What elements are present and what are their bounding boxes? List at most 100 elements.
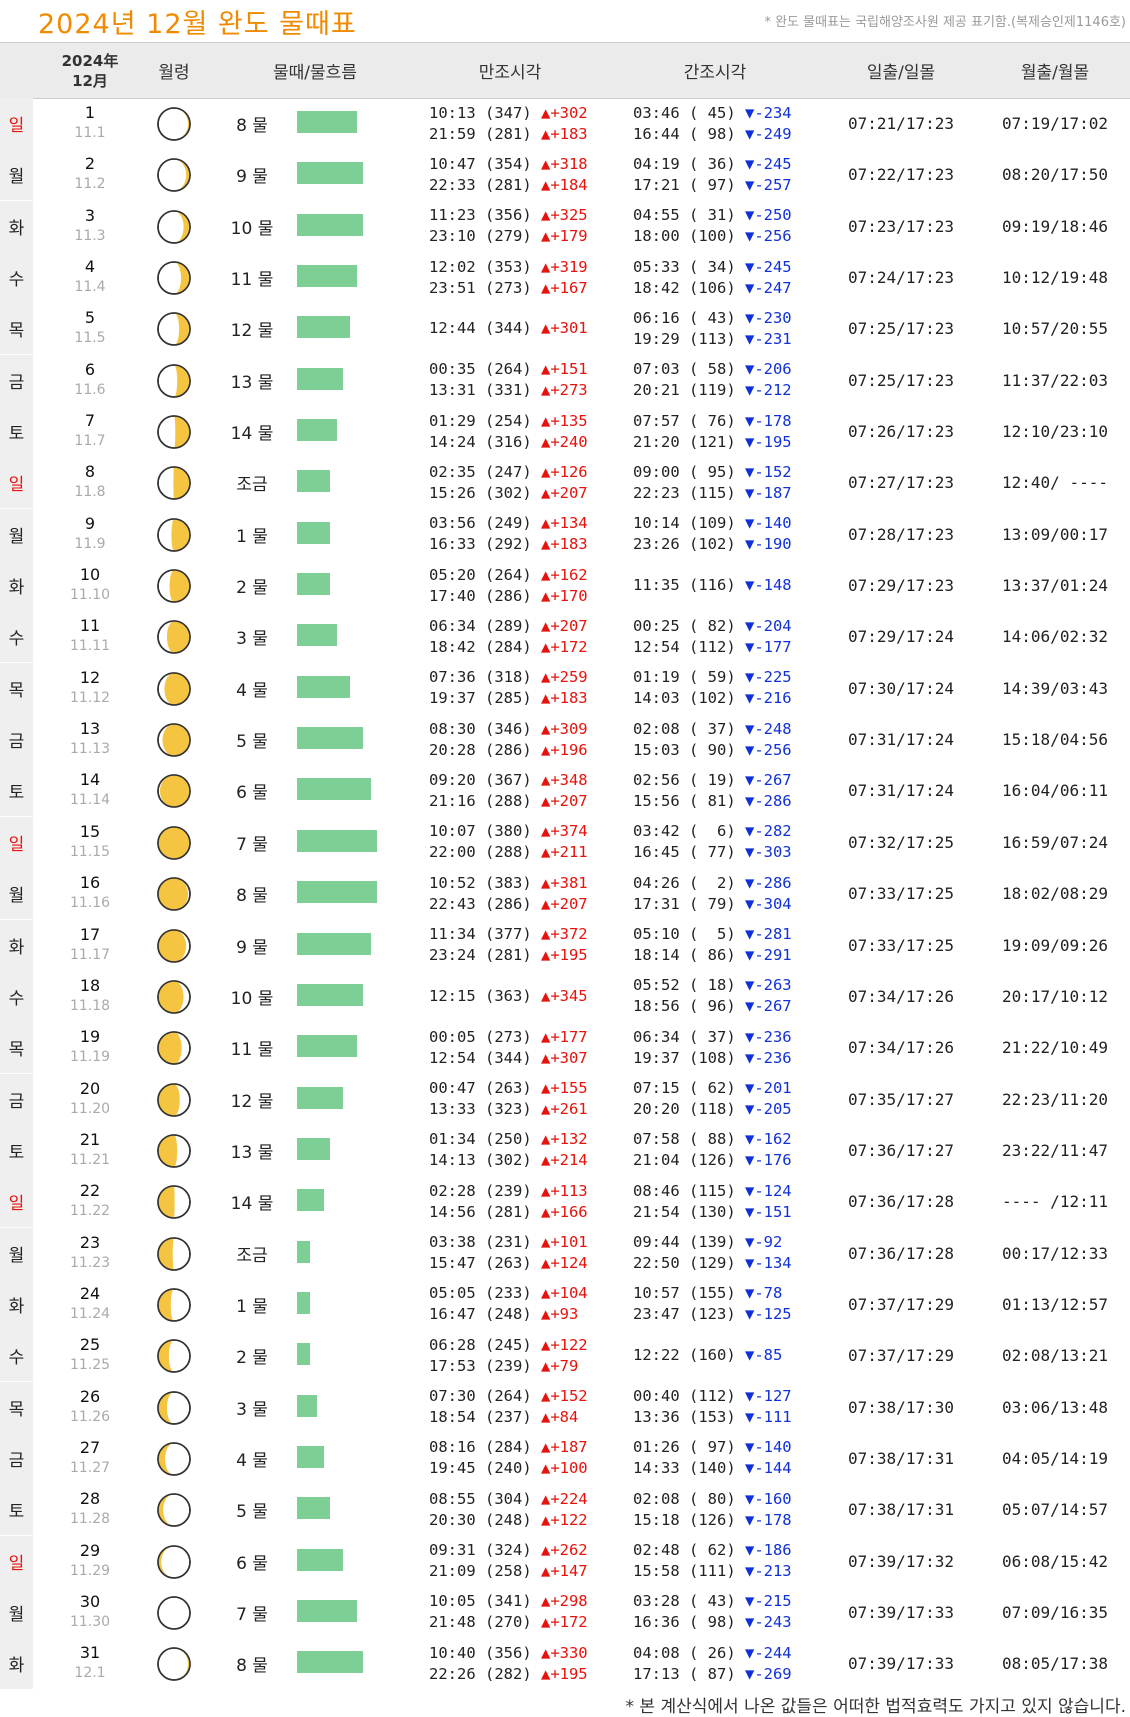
moonrise-moonset: 05:07/14:57 — [1002, 1500, 1108, 1520]
low-tide-line: 02:48 ( 62) ▼-186 — [633, 1540, 792, 1561]
fall-value: ▼-256 — [744, 740, 792, 759]
low-tide-line: 02:56 ( 19) ▼-267 — [633, 770, 792, 791]
low-tide-cell: 04:55 ( 31) ▼-250 18:00 (100) ▼-256 — [633, 201, 792, 252]
high-tide-time: 08:30 (346) — [429, 719, 541, 738]
rise-value: ▲+183 — [540, 124, 588, 143]
low-tide-cell: 06:34 ( 37) ▼-236 19:37 (108) ▼-236 — [633, 1022, 792, 1073]
low-tide-time: 07:03 ( 58) — [633, 360, 745, 379]
moonrise-moonset: 07:09/16:35 — [1002, 1602, 1108, 1622]
low-tide-time: 03:28 ( 43) — [633, 1592, 745, 1611]
lunar-date: 11.23 — [69, 1254, 111, 1271]
weekday-label: 화 — [0, 919, 33, 971]
lunar-date: 11.17 — [69, 946, 111, 963]
moon-phase-icon — [156, 1030, 192, 1066]
sunrise-sunset: 07:24/17:23 — [848, 268, 954, 288]
table-row: 일 8 11.8 조금 02:35 (247) ▲+126 15:26 (302)… — [0, 457, 1130, 509]
high-tide-line: 21:59 (281) ▲+183 — [429, 124, 588, 145]
low-tide-line: 18:42 (106) ▼-247 — [633, 278, 792, 299]
high-tide-cell: 01:29 (254) ▲+135 14:24 (316) ▲+240 — [429, 406, 588, 457]
lunar-date: 11.20 — [69, 1100, 111, 1117]
low-tide-line: 12:22 (160) ▼-85 — [633, 1345, 782, 1366]
high-tide-line: 10:47 (354) ▲+318 — [429, 154, 588, 175]
moon-phase-icon — [156, 260, 192, 296]
low-tide-line: 06:34 ( 37) ▼-236 — [633, 1027, 792, 1048]
tide-day-label: 9 물 — [236, 937, 268, 958]
date-cell: 16 11.16 — [50, 872, 130, 914]
table-row: 수 4 11.4 11 물 12:02 (353) ▲+319 23:51 (27… — [0, 252, 1130, 304]
date-cell: 14 11.14 — [50, 769, 130, 811]
rise-value: ▲+214 — [540, 1151, 588, 1170]
rise-value: ▲+79 — [540, 1356, 579, 1375]
rise-value: ▲+195 — [540, 1664, 588, 1683]
high-tide-time: 21:16 (288) — [429, 791, 541, 810]
high-tide-time: 01:34 (250) — [429, 1130, 541, 1149]
low-tide-line: 19:29 (113) ▼-231 — [633, 329, 792, 350]
high-tide-time: 23:10 (279) — [429, 227, 541, 246]
date-cell: 17 11.17 — [50, 924, 130, 966]
low-tide-line: 07:03 ( 58) ▼-206 — [633, 359, 792, 380]
tide-day-label: 1 물 — [236, 1296, 268, 1317]
rise-value: ▲+307 — [540, 1048, 588, 1067]
fall-value: ▼-195 — [744, 432, 792, 451]
low-tide-time: 02:08 ( 80) — [633, 1489, 745, 1508]
lunar-date: 11.26 — [69, 1408, 111, 1425]
high-tide-time: 11:34 (377) — [429, 925, 541, 943]
tide-day-label: 2 물 — [236, 578, 268, 599]
high-tide-time: 12:02 (353) — [429, 257, 541, 276]
low-tide-line: 18:56 ( 96) ▼-267 — [633, 996, 792, 1017]
low-tide-line: 09:00 ( 95) ▼-152 — [633, 462, 792, 483]
high-tide-line: 08:55 (304) ▲+224 — [429, 1489, 588, 1510]
tide-day-label: 7 물 — [236, 1604, 268, 1625]
fall-value: ▼-152 — [744, 462, 792, 481]
moon-phase-icon — [156, 157, 192, 193]
low-tide-time: 15:18 (126) — [633, 1510, 745, 1529]
weekday-label: 월 — [0, 508, 33, 560]
low-tide-cell: 02:56 ( 19) ▼-267 15:56 ( 81) ▼-286 — [633, 765, 792, 816]
solar-day: 4 — [84, 257, 96, 277]
moonrise-moonset: 13:09/00:17 — [1002, 524, 1108, 544]
low-tide-time: 02:48 ( 62) — [633, 1541, 745, 1560]
solar-day: 10 — [79, 565, 101, 585]
high-tide-cell: 00:05 (273) ▲+177 12:54 (344) ▲+307 — [429, 1022, 588, 1073]
low-tide-line: 00:25 ( 82) ▼-204 — [633, 616, 792, 637]
moon-phase-icon — [156, 1646, 192, 1682]
high-tide-line: 02:28 (239) ▲+113 — [429, 1181, 588, 1202]
rise-value: ▲+207 — [540, 791, 588, 810]
weekday-label: 일 — [0, 1176, 33, 1228]
fall-value: ▼-230 — [744, 308, 792, 327]
solar-day: 20 — [79, 1078, 101, 1098]
high-tide-time: 09:20 (367) — [429, 770, 541, 789]
weekday-label: 월 — [0, 1227, 33, 1279]
high-tide-time: 08:16 (284) — [429, 1438, 541, 1457]
low-tide-line: 16:44 ( 98) ▼-249 — [633, 124, 792, 145]
tide-flow-bar — [297, 1291, 310, 1314]
fall-value: ▼-140 — [744, 1438, 792, 1457]
high-tide-line: 09:20 (367) ▲+348 — [429, 770, 588, 791]
fall-value: ▼-247 — [744, 278, 792, 297]
weekday-label: 수 — [0, 611, 33, 663]
moon-phase-icon — [156, 568, 192, 604]
rise-value: ▲+374 — [540, 822, 588, 841]
sunrise-sunset: 07:38/17:31 — [848, 1500, 954, 1520]
lunar-date: 11.10 — [69, 587, 111, 604]
header-date: 2024年 12月 — [50, 43, 130, 98]
low-tide-line: 05:10 ( 5) ▼-281 — [633, 924, 792, 945]
high-tide-time: 20:28 (286) — [429, 740, 541, 759]
low-tide-line: 05:52 ( 18) ▼-263 — [633, 975, 792, 996]
high-tide-time: 10:07 (380) — [429, 822, 541, 841]
low-tide-time: 12:22 (160) — [633, 1346, 745, 1365]
low-tide-cell: 11:35 (116) ▼-148 — [633, 560, 792, 611]
header-high-tide: 만조시각 — [478, 63, 542, 83]
low-tide-time: 10:57 (155) — [633, 1284, 745, 1303]
rise-value: ▲+147 — [540, 1562, 588, 1581]
high-tide-time: 18:54 (237) — [429, 1408, 541, 1427]
high-tide-time: 13:33 (323) — [429, 1100, 541, 1119]
high-tide-line: 10:40 (356) ▲+330 — [429, 1643, 588, 1664]
low-tide-line: 18:14 ( 86) ▼-291 — [633, 945, 792, 966]
weekday-label: 목 — [0, 1022, 33, 1074]
moonrise-moonset: 15:18/04:56 — [1002, 730, 1108, 750]
fall-value: ▼-178 — [744, 1510, 792, 1529]
rise-value: ▲+177 — [540, 1027, 588, 1046]
high-tide-time: 11:23 (356) — [429, 206, 541, 225]
sunrise-sunset: 07:36/17:28 — [848, 1192, 954, 1212]
